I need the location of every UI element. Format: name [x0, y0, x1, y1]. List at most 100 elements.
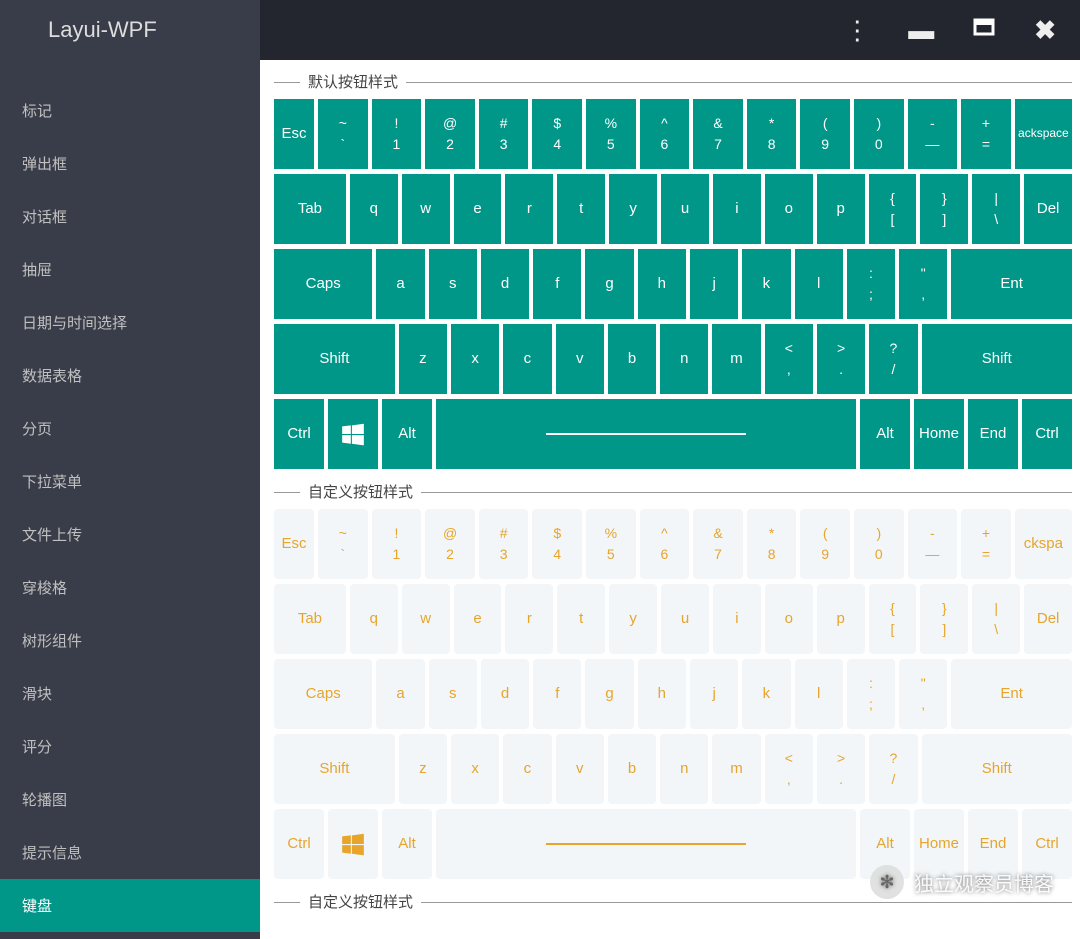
key-esc[interactable]: Esc [274, 509, 314, 579]
key-n[interactable]: n [660, 734, 708, 804]
key-/[interactable]: ?/ [869, 324, 917, 394]
key-p[interactable]: p [817, 174, 865, 244]
sidebar-item-dialog[interactable]: 对话框 [0, 190, 260, 243]
key-e[interactable]: e [454, 174, 502, 244]
key-/[interactable]: ?/ [869, 734, 917, 804]
key-del[interactable]: Del [1024, 174, 1072, 244]
key-ent[interactable]: Ent [951, 249, 1072, 319]
key-b[interactable]: b [608, 734, 656, 804]
key-v[interactable]: v [556, 324, 604, 394]
key-h[interactable]: h [638, 659, 686, 729]
sidebar-item-popup[interactable]: 弹出框 [0, 137, 260, 190]
key-j[interactable]: j [690, 659, 738, 729]
key-q[interactable]: q [350, 174, 398, 244]
key-a[interactable]: a [376, 249, 424, 319]
key-=[interactable]: += [961, 99, 1011, 169]
key-esc[interactable]: Esc [274, 99, 314, 169]
key-backspace[interactable]: ackspace [1015, 99, 1072, 169]
maximize-icon[interactable] [972, 15, 996, 46]
key-ent[interactable]: Ent [951, 659, 1072, 729]
key-caps[interactable]: Caps [274, 249, 372, 319]
sidebar-item-notice[interactable]: 提示信息 [0, 826, 260, 879]
sidebar-item-transfer[interactable]: 穿梭格 [0, 561, 260, 614]
key-r[interactable]: r [505, 174, 553, 244]
key-z[interactable]: z [399, 734, 447, 804]
key-i[interactable]: i [713, 174, 761, 244]
key-5[interactable]: %5 [586, 99, 636, 169]
key-9[interactable]: (9 [800, 99, 850, 169]
key-;[interactable]: :; [847, 249, 895, 319]
key-alt[interactable]: Alt [860, 399, 910, 469]
key-w[interactable]: w [402, 174, 450, 244]
key-r[interactable]: r [505, 584, 553, 654]
sidebar-item-rate[interactable]: 评分 [0, 720, 260, 773]
key-x[interactable]: x [451, 324, 499, 394]
key-,[interactable]: ", [899, 659, 947, 729]
key-2[interactable]: @2 [425, 509, 475, 579]
key-m[interactable]: m [712, 324, 760, 394]
key-del[interactable]: Del [1024, 584, 1072, 654]
minimize-icon[interactable]: ▬ [908, 15, 934, 46]
key-ctrl[interactable]: Ctrl [1022, 399, 1072, 469]
key-0[interactable]: )0 [854, 509, 904, 579]
key-windows-icon[interactable] [328, 399, 378, 469]
key-l[interactable]: l [795, 659, 843, 729]
key-,[interactable]: ", [899, 249, 947, 319]
key-1[interactable]: !1 [372, 509, 422, 579]
key-[[interactable]: {[ [869, 174, 917, 244]
key-f[interactable]: f [533, 659, 581, 729]
key-p[interactable]: p [817, 584, 865, 654]
key-i[interactable]: i [713, 584, 761, 654]
key-o[interactable]: o [765, 584, 813, 654]
key-;[interactable]: :; [847, 659, 895, 729]
key-space[interactable] [436, 399, 856, 469]
key-7[interactable]: &7 [693, 509, 743, 579]
sidebar-item-tag[interactable]: 标记 [0, 84, 260, 137]
sidebar-item-keyboard[interactable]: 键盘 [0, 879, 260, 932]
key-`[interactable]: ~` [318, 99, 368, 169]
key-d[interactable]: d [481, 659, 529, 729]
key-backspace[interactable]: ckspa [1015, 509, 1072, 579]
key-d[interactable]: d [481, 249, 529, 319]
key-home[interactable]: Home [914, 399, 964, 469]
key-3[interactable]: #3 [479, 99, 529, 169]
key-t[interactable]: t [557, 174, 605, 244]
key-a[interactable]: a [376, 659, 424, 729]
sidebar-item-tree[interactable]: 树形组件 [0, 614, 260, 667]
key-g[interactable]: g [585, 249, 633, 319]
key-shift[interactable]: Shift [274, 734, 395, 804]
key-k[interactable]: k [742, 659, 790, 729]
key-h[interactable]: h [638, 249, 686, 319]
key-][interactable]: }] [920, 584, 968, 654]
key-alt[interactable]: Alt [382, 809, 432, 879]
key-3[interactable]: #3 [479, 509, 529, 579]
key-t[interactable]: t [557, 584, 605, 654]
key-windows-icon[interactable] [328, 809, 378, 879]
key-ctrl[interactable]: Ctrl [274, 809, 324, 879]
sidebar-item-carousel[interactable]: 轮播图 [0, 773, 260, 826]
key-y[interactable]: y [609, 174, 657, 244]
sidebar-item-datetime[interactable]: 日期与时间选择 [0, 296, 260, 349]
key-.[interactable]: >. [817, 324, 865, 394]
key-shift[interactable]: Shift [922, 324, 1072, 394]
key-shift[interactable]: Shift [274, 324, 395, 394]
key-s[interactable]: s [429, 249, 477, 319]
key-o[interactable]: o [765, 174, 813, 244]
key-w[interactable]: w [402, 584, 450, 654]
key-6[interactable]: ^6 [640, 509, 690, 579]
key-\[interactable]: |\ [972, 584, 1020, 654]
key-.[interactable]: >. [817, 734, 865, 804]
sidebar-item-pagination[interactable]: 分页 [0, 402, 260, 455]
key-alt[interactable]: Alt [382, 399, 432, 469]
key-4[interactable]: $4 [532, 509, 582, 579]
key-end[interactable]: End [968, 399, 1018, 469]
more-icon[interactable]: ⋮ [844, 15, 870, 46]
key-tab[interactable]: Tab [274, 584, 346, 654]
key-0[interactable]: )0 [854, 99, 904, 169]
key-—[interactable]: -— [908, 509, 958, 579]
sidebar-item-upload[interactable]: 文件上传 [0, 508, 260, 561]
key-v[interactable]: v [556, 734, 604, 804]
sidebar-item-drawer[interactable]: 抽屉 [0, 243, 260, 296]
sidebar-item-datatable[interactable]: 数据表格 [0, 349, 260, 402]
key-8[interactable]: *8 [747, 509, 797, 579]
